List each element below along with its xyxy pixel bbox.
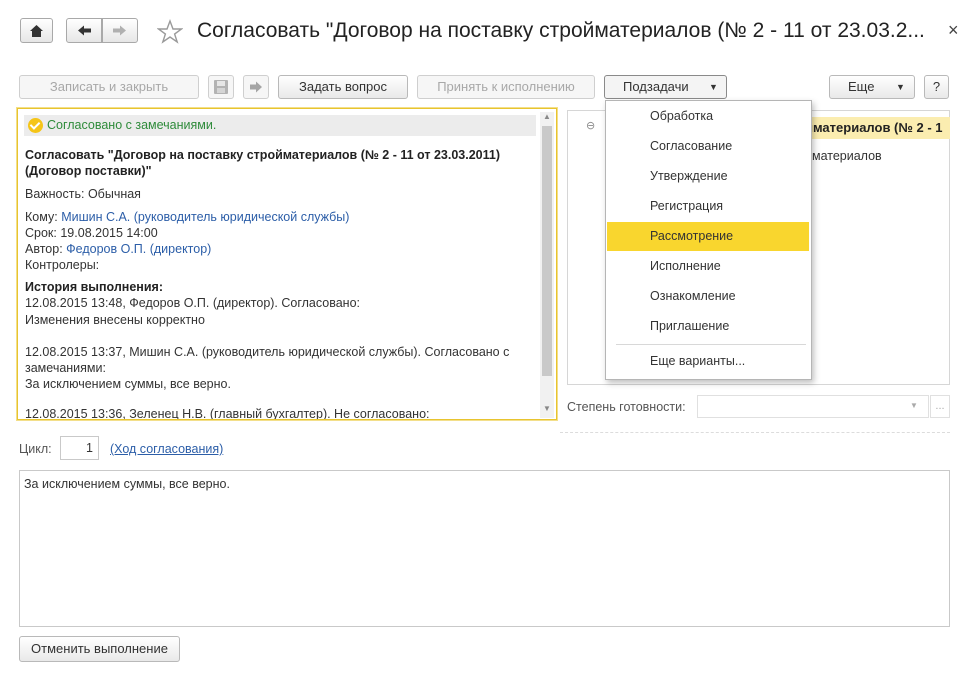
- to-row: Кому: Мишин С.А. (руководитель юридическ…: [25, 210, 349, 224]
- subtasks-button[interactable]: Подзадачи ▼: [604, 75, 727, 99]
- scroll-up-icon[interactable]: ▲: [543, 112, 551, 121]
- history-line: замечаниями:: [25, 361, 106, 375]
- controllers-label: Контролеры:: [25, 258, 100, 272]
- collapse-icon[interactable]: ⊖: [586, 119, 595, 132]
- subtasks-menu: Обработка Согласование Утверждение Регис…: [605, 100, 812, 380]
- cycle-value: 1: [86, 441, 93, 455]
- menu-separator: [616, 344, 806, 345]
- menu-item-review[interactable]: Рассмотрение: [607, 222, 809, 251]
- close-button[interactable]: ×: [948, 20, 959, 41]
- readiness-label: Степень готовности:: [567, 400, 686, 414]
- home-button[interactable]: [20, 18, 53, 43]
- dropdown-arrow-icon[interactable]: ▼: [910, 401, 918, 410]
- menu-item-processing[interactable]: Обработка: [607, 102, 809, 131]
- readiness-select[interactable]: ▼: [697, 395, 929, 418]
- menu-item-more-variants[interactable]: Еще варианты...: [607, 347, 809, 376]
- importance-label: Важность:: [25, 187, 85, 201]
- more-button[interactable]: Еще ▼: [829, 75, 915, 99]
- due-row: Срок: 19.08.2015 14:00: [25, 226, 158, 240]
- ask-question-button[interactable]: Задать вопрос: [278, 75, 408, 99]
- menu-item-execution[interactable]: Исполнение: [607, 252, 809, 281]
- window-title: Согласовать "Договор на поставку стройма…: [197, 19, 925, 42]
- back-button[interactable]: [66, 18, 102, 43]
- approval-progress-link[interactable]: (Ход согласования): [110, 442, 223, 456]
- home-icon: [30, 25, 43, 37]
- forward-button[interactable]: [102, 18, 138, 43]
- menu-item-confirmation[interactable]: Утверждение: [607, 162, 809, 191]
- author-link[interactable]: Федоров О.П. (директор): [66, 242, 211, 256]
- author-label: Автор:: [25, 242, 63, 256]
- due-label: Срок:: [25, 226, 57, 240]
- comment-textarea[interactable]: За исключением суммы, все верно.: [19, 470, 950, 627]
- more-label: Еще: [848, 79, 875, 94]
- accept-for-execution-button[interactable]: Принять к исполнению: [417, 75, 595, 99]
- cancel-execution-button[interactable]: Отменить выполнение: [19, 636, 180, 662]
- scrollbar-thumb[interactable]: [542, 126, 552, 376]
- history-line: 12.08.2015 13:36, Зеленец Н.В. (главный …: [25, 407, 430, 420]
- task-details-panel: Согласовано с замечаниями. Согласовать "…: [16, 107, 558, 421]
- history-title: История выполнения:: [25, 280, 163, 294]
- arrow-right-icon: [113, 25, 126, 36]
- task-heading-cont: (Договор поставки)": [25, 164, 152, 178]
- divider: [560, 432, 950, 433]
- menu-item-familiarization[interactable]: Ознакомление: [607, 282, 809, 311]
- scroll-down-icon[interactable]: ▼: [543, 404, 551, 413]
- status-bar: Согласовано с замечаниями.: [24, 115, 536, 136]
- history-line: За исключением суммы, все верно.: [25, 377, 231, 391]
- menu-item-approval[interactable]: Согласование: [607, 132, 809, 161]
- favorite-star-icon[interactable]: [157, 19, 183, 44]
- menu-item-invitation[interactable]: Приглашение: [607, 312, 809, 341]
- task-heading: Согласовать "Договор на поставку стройма…: [25, 148, 500, 162]
- readiness-select-button[interactable]: ...: [930, 395, 950, 418]
- help-button[interactable]: ?: [924, 75, 949, 99]
- author-row: Автор: Федоров О.П. (директор): [25, 242, 211, 256]
- dropdown-arrow-icon: ▼: [709, 82, 718, 92]
- comment-text: За исключением суммы, все верно.: [24, 477, 230, 491]
- to-link[interactable]: Мишин С.А. (руководитель юридической слу…: [61, 210, 349, 224]
- to-label: Кому:: [25, 210, 58, 224]
- vertical-scrollbar[interactable]: ▲ ▼: [540, 112, 554, 418]
- history-line: 12.08.2015 13:37, Мишин С.А. (руководите…: [25, 345, 510, 359]
- subtasks-label: Подзадачи: [623, 79, 689, 94]
- arrow-left-icon: [78, 25, 91, 36]
- run-button[interactable]: [243, 75, 269, 99]
- due-value: 19.08.2015 14:00: [60, 226, 158, 240]
- status-text: Согласовано с замечаниями.: [47, 118, 217, 132]
- cycle-field[interactable]: 1: [60, 436, 99, 460]
- menu-item-registration[interactable]: Регистрация: [607, 192, 809, 221]
- importance-value: Обычная: [87, 187, 141, 201]
- history-line: 12.08.2015 13:48, Федоров О.П. (директор…: [25, 296, 361, 310]
- importance-row: Важность: Обычная: [25, 187, 141, 201]
- dropdown-arrow-icon: ▼: [896, 82, 905, 92]
- tree-row-text: йматериалов: [805, 149, 882, 163]
- check-circle-icon: [28, 118, 43, 133]
- tree-row-text: йматериалов (№ 2 - 1: [805, 120, 943, 135]
- cycle-label: Цикл:: [19, 442, 52, 456]
- save-button[interactable]: [208, 75, 234, 99]
- history-line: Изменения внесены корректно: [25, 313, 205, 327]
- save-and-close-button[interactable]: Записать и закрыть: [19, 75, 199, 99]
- floppy-disk-icon: [214, 80, 228, 94]
- arrow-right-icon: [250, 81, 262, 93]
